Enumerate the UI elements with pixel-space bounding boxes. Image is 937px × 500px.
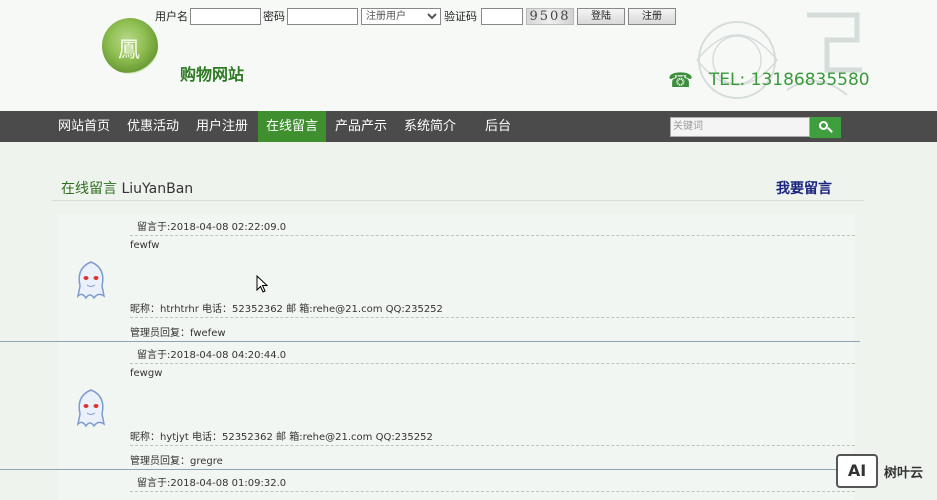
phone-contact: ☎ TEL: 13186835580 (668, 68, 870, 92)
search-input[interactable]: 关键词 (670, 117, 810, 137)
captcha-label: 验证码 (444, 10, 477, 23)
login-button[interactable]: 登陆 (577, 7, 625, 25)
message-item: 留言于:2018-04-08 01:09:32.0 (58, 470, 855, 500)
page-title-cn: 在线留言 (61, 181, 117, 197)
username-input[interactable] (190, 7, 261, 25)
role-select[interactable]: 注册用户 (361, 7, 441, 25)
captcha-image[interactable]: 9508 (526, 7, 574, 25)
site-header: 鳳 购物网站 用户名 密码 注册用户 验证码 9508 登陆 注册 ☎ TEL:… (0, 0, 937, 111)
captcha-input[interactable] (481, 7, 523, 25)
login-form: 用户名 密码 注册用户 验证码 9508 登陆 注册 (155, 7, 679, 25)
watermark-logo-icon: AI (836, 454, 878, 488)
message-item: 留言于:2018-04-08 04:20:44.0 fewgw 昵称：hytjy… (58, 342, 855, 469)
site-logo[interactable]: 鳳 (102, 18, 158, 74)
message-timestamp: 留言于:2018-04-08 01:09:32.0 (130, 474, 855, 492)
phone-icon: ☎ (668, 68, 693, 92)
admin-reply: 管理员回复：gregre (130, 456, 223, 467)
message-content: fewfw (130, 240, 160, 251)
page-title-en: LiuYanBan (121, 181, 194, 197)
message-content: fewgw (130, 368, 163, 379)
message-author-info: 昵称：htrhtrhr 电话：52352362 邮 箱:rehe@21.com … (130, 300, 855, 318)
message-timestamp: 留言于:2018-04-08 04:20:44.0 (130, 346, 855, 364)
leave-message-link[interactable]: 我要留言 (776, 178, 832, 198)
admin-reply: 管理员回复：fwefew (130, 328, 226, 339)
username-label: 用户名 (155, 10, 188, 23)
nav-item-about[interactable]: 系统简介 (398, 111, 462, 142)
nav-item-guestbook[interactable]: 在线留言 (258, 111, 326, 142)
nav-item-promotions[interactable]: 优惠活动 (121, 111, 185, 142)
password-label: 密码 (263, 10, 285, 23)
logo-glyph: 鳳 (118, 38, 141, 63)
message-timestamp: 留言于:2018-04-08 02:22:09.0 (130, 218, 855, 236)
ghost-avatar-icon (76, 389, 106, 428)
page-title: 在线留言 LiuYanBan (61, 178, 193, 198)
main-nav: 网站首页 优惠活动 用户注册 在线留言 产品产示 系统简介 后台 关键词 (0, 111, 937, 142)
search-button[interactable] (810, 117, 841, 138)
nav-item-products[interactable]: 产品产示 (329, 111, 393, 142)
nav-item-home[interactable]: 网站首页 (52, 111, 116, 142)
mouse-cursor-icon (256, 275, 268, 293)
watermark-text: 树叶云 (884, 465, 924, 481)
watermark: AI 树叶云 (836, 454, 923, 488)
phone-number: TEL: 13186835580 (708, 70, 870, 90)
message-item: 留言于:2018-04-08 02:22:09.0 fewfw 昵称：htrht… (58, 214, 855, 341)
password-input[interactable] (287, 7, 358, 25)
message-author-info: 昵称：hytjyt 电话：52352362 邮 箱:rehe@21.com QQ… (130, 428, 855, 446)
nav-item-admin[interactable]: 后台 (478, 111, 518, 142)
decorative-pattern-icon (696, 12, 862, 99)
guestbook-header: 在线留言 LiuYanBan 我要留言 (52, 170, 864, 201)
search-icon-handle (827, 127, 833, 133)
site-name: 购物网站 (180, 65, 245, 84)
nav-item-register[interactable]: 用户注册 (190, 111, 254, 142)
ghost-avatar-icon (76, 261, 106, 300)
register-button[interactable]: 注册 (628, 7, 676, 25)
